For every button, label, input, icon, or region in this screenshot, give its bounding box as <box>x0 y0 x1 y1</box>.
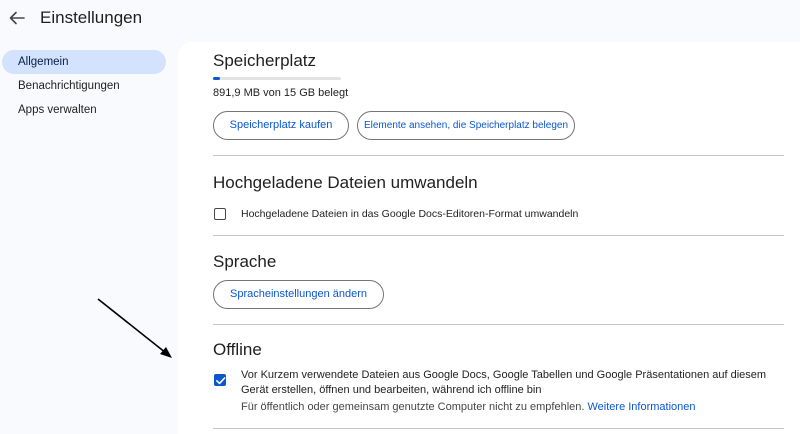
sidebar-item-allgemein[interactable]: Allgemein <box>2 50 166 74</box>
convert-section-title: Hochgeladene Dateien umwandeln <box>213 173 478 192</box>
settings-panel: Speicherplatz 891,9 MB von 15 GB belegt … <box>178 42 800 434</box>
page-title: Einstellungen <box>40 8 143 27</box>
learn-more-link[interactable]: Weitere Informationen <box>588 401 696 413</box>
offline-section-title: Offline <box>213 340 262 359</box>
divider <box>213 324 784 325</box>
storage-progress-bar <box>213 77 341 80</box>
checkmark-icon <box>216 377 226 385</box>
sidebar-item-apps-verwalten[interactable]: Apps verwalten <box>0 98 170 122</box>
language-section-title: Sprache <box>213 252 277 271</box>
offline-note: Für öffentlich oder gemeinsam genutzte C… <box>241 401 696 413</box>
top-bar: Einstellungen <box>0 0 800 40</box>
buy-storage-button[interactable]: Speicherplatz kaufen <box>213 111 349 140</box>
divider <box>213 428 784 429</box>
divider <box>213 155 784 156</box>
change-language-button[interactable]: Spracheinstellungen ändern <box>213 280 384 309</box>
storage-section-title: Speicherplatz <box>213 51 317 70</box>
divider <box>213 235 784 236</box>
offline-checkbox-label: Vor Kurzem verwendete Dateien aus Google… <box>241 369 767 396</box>
view-storage-items-button[interactable]: Elemente ansehen, die Speicherplatz bele… <box>357 111 575 140</box>
offline-checkbox[interactable] <box>214 374 226 386</box>
storage-usage-text: 891,9 MB von 15 GB belegt <box>213 87 349 99</box>
offline-note-text: Für öffentlich oder gemeinsam genutzte C… <box>241 401 585 413</box>
arrow-back-icon[interactable] <box>6 7 28 29</box>
sidebar-item-benachrichtigungen[interactable]: Benachrichtigungen <box>0 74 170 98</box>
sidebar: Allgemein Benachrichtigungen Apps verwal… <box>0 50 170 122</box>
convert-checkbox[interactable] <box>214 208 226 220</box>
storage-progress-fill <box>213 77 221 80</box>
convert-checkbox-label: Hochgeladene Dateien in das Google Docs-… <box>241 208 579 220</box>
